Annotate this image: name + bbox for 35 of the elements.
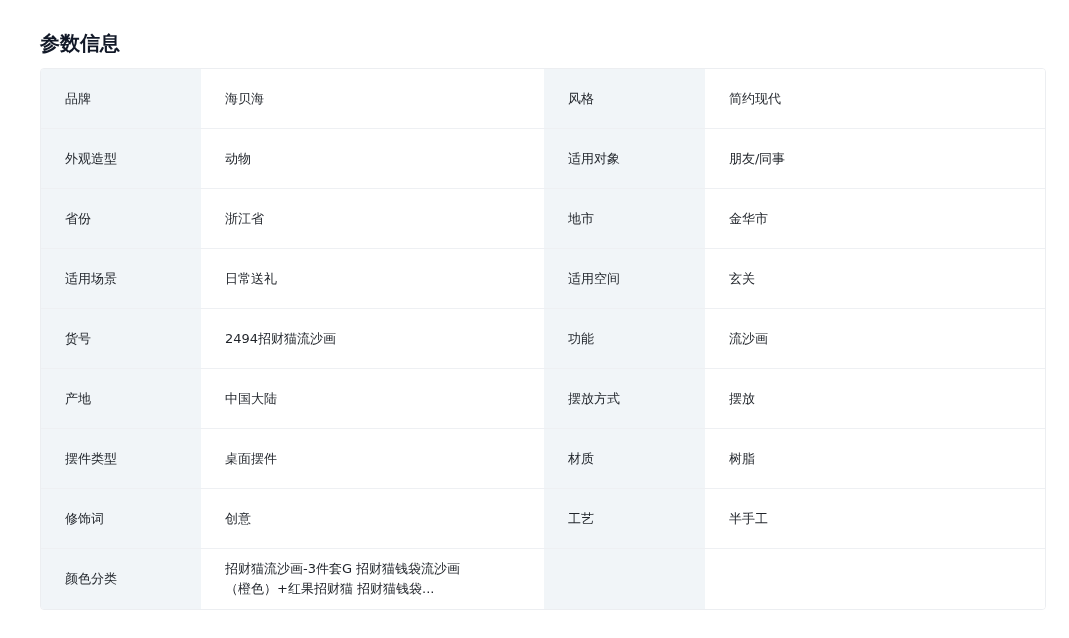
param-label: 工艺	[568, 509, 594, 528]
param-value: 日常送礼	[225, 269, 277, 288]
param-value: 招财猫流沙画-3件套G 招财猫钱袋流沙画（橙色）+红果招财猫 招财猫钱袋...	[225, 560, 462, 598]
param-label: 摆放方式	[568, 389, 620, 408]
param-label: 适用场景	[65, 269, 117, 288]
param-label: 产地	[65, 389, 91, 408]
param-value: 2494招财猫流沙画	[225, 329, 337, 348]
section-title: 参数信息	[40, 30, 121, 56]
param-value: 中国大陆	[225, 389, 277, 408]
param-label: 外观造型	[65, 149, 117, 168]
param-value: 桌面摆件	[225, 449, 277, 468]
param-value: 树脂	[729, 449, 755, 468]
param-value: 朋友/同事	[729, 149, 786, 168]
param-value: 半手工	[729, 509, 768, 528]
param-label: 修饰词	[65, 509, 104, 528]
param-value: 流沙画	[729, 329, 768, 348]
param-value: 玄关	[729, 269, 755, 288]
param-value: 摆放	[729, 389, 755, 408]
param-label: 材质	[568, 449, 594, 468]
param-value: 浙江省	[225, 209, 264, 228]
param-value: 简约现代	[729, 89, 781, 108]
param-value: 创意	[225, 509, 251, 528]
param-label: 摆件类型	[65, 449, 117, 468]
param-label: 省份	[65, 209, 91, 228]
param-value: 动物	[225, 149, 251, 168]
param-label: 功能	[568, 329, 594, 348]
param-value: 海贝海	[225, 89, 264, 108]
param-label: 货号	[65, 329, 91, 348]
param-value: 金华市	[729, 209, 768, 228]
param-label: 适用空间	[568, 269, 620, 288]
param-label: 地市	[568, 209, 594, 228]
param-label: 颜色分类	[65, 570, 117, 588]
param-label: 风格	[568, 89, 594, 108]
param-label: 品牌	[65, 89, 91, 108]
param-label: 适用对象	[568, 149, 620, 168]
